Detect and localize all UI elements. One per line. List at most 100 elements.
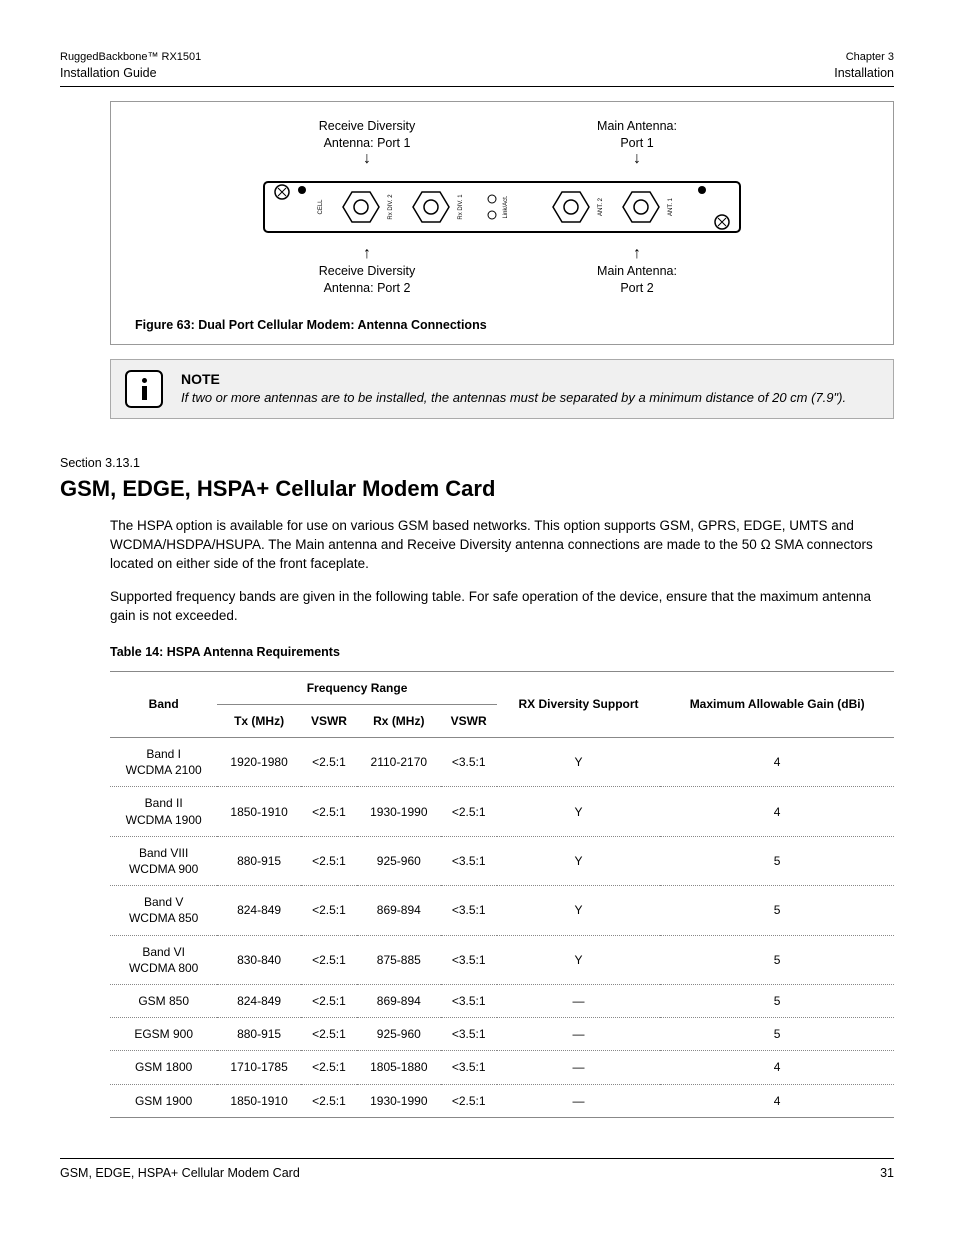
table-cell: Band V WCDMA 850 <box>110 886 217 935</box>
table-cell: <3.5:1 <box>441 1018 497 1051</box>
th-rx-div: RX Diversity Support <box>497 671 661 737</box>
table-cell: 4 <box>660 1051 894 1084</box>
table-cell: <2.5:1 <box>301 836 357 885</box>
page-header: RuggedBackbone™ RX1501 Installation Guid… <box>60 50 894 87</box>
table-cell: EGSM 900 <box>110 1018 217 1051</box>
note-title: NOTE <box>181 370 846 389</box>
table-cell: 824-849 <box>217 984 301 1017</box>
table-cell: <2.5:1 <box>441 787 497 836</box>
table-cell: 1920-1980 <box>217 738 301 787</box>
hspa-antenna-table: Band Frequency Range RX Diversity Suppor… <box>110 671 894 1118</box>
table-cell: Y <box>497 787 661 836</box>
table-row: EGSM 900880-915<2.5:1925-960<3.5:1—5 <box>110 1018 894 1051</box>
section-para-1: The HSPA option is available for use on … <box>110 517 894 574</box>
table-cell: 869-894 <box>357 984 441 1017</box>
table-cell: 1850-1910 <box>217 787 301 836</box>
svg-text:ANT. 1: ANT. 1 <box>668 198 674 217</box>
table-cell: <2.5:1 <box>301 886 357 935</box>
table-cell: Band VIII WCDMA 900 <box>110 836 217 885</box>
header-right: Chapter 3 Installation <box>834 50 894 82</box>
table-cell: 2110-2170 <box>357 738 441 787</box>
page-footer: GSM, EDGE, HSPA+ Cellular Modem Card 31 <box>60 1158 894 1182</box>
table-cell: Y <box>497 738 661 787</box>
table-cell: — <box>497 984 661 1017</box>
table-cell: 875-885 <box>357 935 441 984</box>
table-cell: <2.5:1 <box>441 1084 497 1117</box>
table-cell: <3.5:1 <box>441 935 497 984</box>
table-cell: 880-915 <box>217 836 301 885</box>
table-cell: GSM 1900 <box>110 1084 217 1117</box>
table-cell: <2.5:1 <box>301 787 357 836</box>
table-cell: 4 <box>660 1084 894 1117</box>
table-cell: Band I WCDMA 2100 <box>110 738 217 787</box>
table-cell: 5 <box>660 886 894 935</box>
header-product: RuggedBackbone™ RX1501 <box>60 50 201 65</box>
table-cell: <2.5:1 <box>301 984 357 1017</box>
th-gain: Maximum Allowable Gain (dBi) <box>660 671 894 737</box>
table-cell: GSM 1800 <box>110 1051 217 1084</box>
table-cell: 4 <box>660 738 894 787</box>
arrow-up-icon: ↑ <box>363 245 371 262</box>
table-cell: <2.5:1 <box>301 1051 357 1084</box>
note-text: If two or more antennas are to be instal… <box>181 389 846 407</box>
footer-right: 31 <box>880 1165 894 1182</box>
note-content: NOTE If two or more antennas are to be i… <box>181 370 846 406</box>
svg-text:Rx DIV. 1: Rx DIV. 1 <box>458 194 464 220</box>
table-cell: 925-960 <box>357 836 441 885</box>
modem-diagram-svg: CELL Rx DIV. 2 Rx DIV. 1 Link/Act. ANT. … <box>262 172 742 242</box>
arrow-down-icon: ↓ <box>363 150 371 167</box>
table-row: GSM 850824-849<2.5:1869-894<3.5:1—5 <box>110 984 894 1017</box>
info-icon <box>125 370 163 408</box>
table-cell: 5 <box>660 984 894 1017</box>
diagram-labels-top: Receive Diversity Antenna: Port 1 ↓ Main… <box>135 118 869 169</box>
table-row: Band V WCDMA 850824-849<2.5:1869-894<3.5… <box>110 886 894 935</box>
arrow-down-icon: ↓ <box>633 150 641 167</box>
table-cell: 880-915 <box>217 1018 301 1051</box>
diagram-labels-bottom: ↑ Receive Diversity Antenna: Port 2 ↑ Ma… <box>135 246 869 297</box>
label-rx-div-port1: Receive Diversity Antenna: Port 1 ↓ <box>277 118 457 169</box>
th-rx: Rx (MHz) <box>357 704 441 737</box>
header-chapter-name: Installation <box>834 65 894 82</box>
note-box: NOTE If two or more antennas are to be i… <box>110 359 894 419</box>
header-left: RuggedBackbone™ RX1501 Installation Guid… <box>60 50 201 82</box>
table-cell: 925-960 <box>357 1018 441 1051</box>
th-tx: Tx (MHz) <box>217 704 301 737</box>
label-main-port1: Main Antenna: Port 1 ↓ <box>547 118 727 169</box>
table-cell: 5 <box>660 935 894 984</box>
table-cell: Y <box>497 935 661 984</box>
label-main-port2: ↑ Main Antenna: Port 2 <box>547 246 727 297</box>
th-freq-range: Frequency Range <box>217 671 496 704</box>
table-cell: 4 <box>660 787 894 836</box>
table-cell: 1805-1880 <box>357 1051 441 1084</box>
table-cell: <3.5:1 <box>441 984 497 1017</box>
table-cell: Y <box>497 886 661 935</box>
header-guide: Installation Guide <box>60 65 201 82</box>
table-cell: — <box>497 1051 661 1084</box>
table-cell: — <box>497 1018 661 1051</box>
table-row: GSM 19001850-1910<2.5:11930-1990<2.5:1—4 <box>110 1084 894 1117</box>
table-cell: 1710-1785 <box>217 1051 301 1084</box>
th-band: Band <box>110 671 217 737</box>
table-cell: <2.5:1 <box>301 738 357 787</box>
th-vswr2: VSWR <box>441 704 497 737</box>
table-cell: 5 <box>660 1018 894 1051</box>
th-vswr1: VSWR <box>301 704 357 737</box>
table-cell: <2.5:1 <box>301 935 357 984</box>
svg-text:CELL: CELL <box>318 199 324 215</box>
table-cell: <3.5:1 <box>441 836 497 885</box>
table-cell: Y <box>497 836 661 885</box>
section-title: GSM, EDGE, HSPA+ Cellular Modem Card <box>60 474 894 504</box>
table-cell: 5 <box>660 836 894 885</box>
table-cell: 1930-1990 <box>357 787 441 836</box>
table-cell: 1930-1990 <box>357 1084 441 1117</box>
table-cell: <2.5:1 <box>301 1084 357 1117</box>
table-cell: GSM 850 <box>110 984 217 1017</box>
table-cell: 869-894 <box>357 886 441 935</box>
table-body: Band I WCDMA 21001920-1980<2.5:12110-217… <box>110 738 894 1118</box>
section-number: Section 3.13.1 <box>60 455 894 472</box>
table-cell: 830-840 <box>217 935 301 984</box>
table-cell: — <box>497 1084 661 1117</box>
table-cell: <3.5:1 <box>441 1051 497 1084</box>
table-cell: <2.5:1 <box>301 1018 357 1051</box>
svg-text:ANT. 2: ANT. 2 <box>598 198 604 217</box>
